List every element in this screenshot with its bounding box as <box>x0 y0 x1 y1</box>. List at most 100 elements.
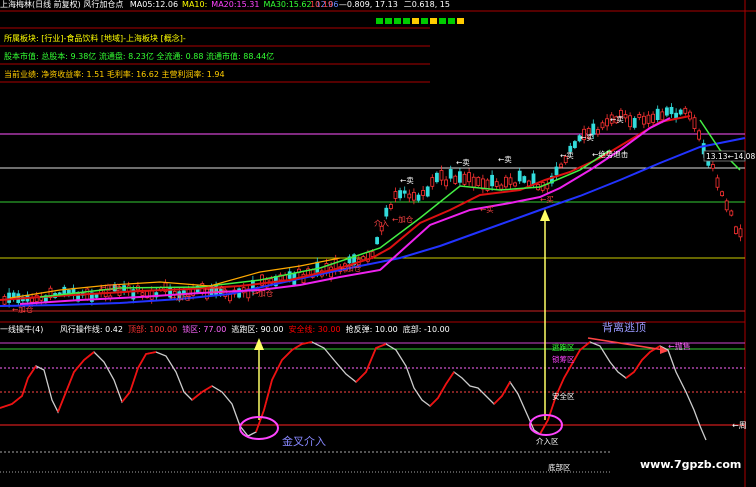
candle-body <box>425 186 430 197</box>
candle-body <box>375 237 380 245</box>
candle-body <box>660 111 665 121</box>
candle-body <box>642 115 646 125</box>
candle-body <box>720 191 724 197</box>
candle-body <box>398 190 403 199</box>
candle-body <box>448 169 453 179</box>
candle-body <box>287 271 292 279</box>
signal-annotation: ←加仓 <box>252 288 274 298</box>
candle-body <box>361 256 366 261</box>
signal-annotation: ←加仓 <box>12 304 34 314</box>
candle-body <box>715 177 720 188</box>
ma-blue <box>0 137 746 307</box>
indicator-param: 锁区: 77.00 <box>182 325 227 334</box>
indicator-param: 顶部: 100.00 <box>127 325 178 334</box>
divergence-callout: 背离逃顶 <box>602 320 646 334</box>
signal-annotation: ←买 <box>480 205 494 214</box>
candle-body <box>490 174 495 187</box>
signal-annotation: ←卖 <box>400 176 414 185</box>
candle-body <box>453 175 458 184</box>
candle-body <box>655 108 660 121</box>
watermark: www.7gpzb.com <box>640 458 741 471</box>
candle-body <box>421 190 426 196</box>
signal-annotation: ←卖 <box>610 115 624 124</box>
candle-body <box>517 170 522 182</box>
candle-body <box>678 109 683 115</box>
candle-body <box>407 193 412 199</box>
indicator-param: 底部: -10.00 <box>402 325 450 334</box>
candle-body <box>140 292 145 296</box>
oscillator-red <box>0 365 37 409</box>
candle-body <box>683 107 688 114</box>
candle-body <box>30 297 35 303</box>
candle-body <box>628 115 632 128</box>
candle-body <box>444 179 449 187</box>
chart-canvas[interactable]: 13.13←14.08 ←卖 ←卖 ←卖 ←加仓 ←加仓 ←加仓 ←加仓 ←加仓 ←加仓 ←买 ←买… <box>0 0 756 487</box>
signal-annotations: ←卖 ←卖 ←卖 ←加仓 ←加仓 ←加仓 ←加仓 ←加仓 ←加仓 ←买 ←买 ←卖 ←卖 ←卖 ←绝势退击介… <box>12 115 629 314</box>
candle-body <box>697 130 701 140</box>
signal-annotation: ←卖 <box>580 133 594 142</box>
indicator-header: 一线操牛(4) 风行操作线: 0.42 顶部: 100.00 锁区: 77.00 逃跑… <box>0 325 455 335</box>
golden-cross-callout: 金叉介入 <box>282 434 326 448</box>
candle-body <box>149 290 154 300</box>
indicator-zone-labels: 逃跑区锁筹区安全区介入区底部区 <box>536 342 575 472</box>
ma-magenta <box>19 117 671 305</box>
candle-body <box>637 114 642 118</box>
ma-green <box>39 149 611 298</box>
indicator-title: 一线操牛(4) <box>0 325 44 334</box>
candle-body <box>94 294 99 298</box>
oscillator-red <box>625 345 661 379</box>
candle-body <box>545 184 550 190</box>
indicator-param: 抢反弹: 10.00 <box>345 325 398 334</box>
indicator-param: 风行操作线: 0.42 <box>59 325 123 334</box>
oscillator-red <box>255 341 313 433</box>
price-readout: 13.13←14.08 <box>706 152 755 161</box>
candle-body <box>559 163 563 168</box>
divergence-line <box>587 337 665 351</box>
arrow-head <box>254 338 264 350</box>
candle-body <box>632 118 637 128</box>
indicator-params: 风行操作线: 0.42 顶部: 100.00 锁区: 77.00 逃跑区: 90.00… <box>60 325 455 334</box>
indicator-param: 安全线: 30.00 <box>288 325 341 334</box>
candle-body <box>503 176 508 188</box>
signal-annotation: ←卖 <box>498 155 512 164</box>
zone-label: 安全区 <box>552 391 575 401</box>
candle-body <box>462 173 467 185</box>
candle-body <box>439 170 444 181</box>
zone-label: 锁筹区 <box>552 354 575 364</box>
right-level-label: ←周 <box>732 421 747 430</box>
oscillator-red <box>191 385 213 401</box>
oscillator-red <box>355 343 387 383</box>
signal-annotation: ←加仓 <box>392 214 414 224</box>
candle-body <box>669 106 674 115</box>
zone-label: 逃跑区 <box>552 342 575 352</box>
candle-body <box>651 113 655 123</box>
candle-body <box>457 171 462 183</box>
candle-body <box>522 176 527 183</box>
candle-body <box>494 181 499 187</box>
oscillator-red <box>493 381 511 405</box>
signal-annotation: ←买 <box>540 195 554 204</box>
signal-annotation: 介入 <box>374 219 389 228</box>
signal-annotation: ←绝势退击 <box>592 149 629 159</box>
candle-body <box>711 164 715 169</box>
candle-body <box>596 129 600 135</box>
candle-body <box>674 112 678 119</box>
candle-body <box>393 191 398 199</box>
candle-body <box>573 141 577 148</box>
candle-body <box>384 207 389 217</box>
signal-annotation: ←加仓 <box>170 292 192 302</box>
candle-body <box>434 172 439 183</box>
candle-body <box>402 190 407 194</box>
candle-body <box>554 166 559 176</box>
candle-body <box>729 210 734 216</box>
candle-body <box>692 117 697 129</box>
candle-body <box>605 118 609 127</box>
arrow-head <box>540 209 550 221</box>
golden-cross-highlight <box>239 416 279 440</box>
sell-arrow-label: ←抛售 <box>668 341 691 351</box>
candle-body <box>315 261 320 273</box>
signal-annotation: ←卖 <box>456 158 470 167</box>
candle-body <box>388 204 393 209</box>
zone-label: 介入区 <box>536 437 559 446</box>
candle-body <box>665 107 669 116</box>
